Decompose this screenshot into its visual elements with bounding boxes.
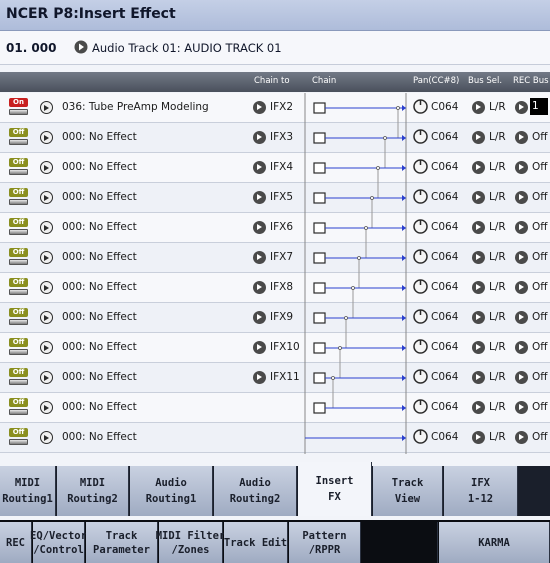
chain-node [313, 222, 326, 234]
chain-arrowhead [402, 135, 406, 141]
chain-node [313, 342, 326, 354]
chain-junction [357, 256, 361, 260]
chain-junction [344, 316, 348, 320]
chain-arrowhead [402, 315, 406, 321]
chain-arrowhead [402, 225, 406, 231]
track-line: 01. 000 Audio Track 01: AUDIO TRACK 01 [0, 31, 550, 65]
chain-diagram [304, 93, 407, 454]
chain-junction [364, 226, 368, 230]
chain-arrowhead [402, 345, 406, 351]
chain-node [313, 372, 326, 384]
bottom-tab-midi-filter-zones[interactable]: MIDI Filter /Zones [156, 522, 225, 563]
tab-bar-top: MIDI Routing1 MIDI Routing2 Audio Routing1… [0, 462, 550, 516]
col-rec-bus: REC Bus [513, 76, 549, 86]
tab-insert-fx[interactable]: Insert FX [298, 462, 372, 516]
tab-audio-routing2[interactable]: Audio Routing2 [214, 466, 297, 516]
chain-arrowhead [402, 375, 406, 381]
chain-arrowhead [402, 195, 406, 201]
chain-node [313, 282, 326, 294]
bottom-tab-karma[interactable]: KARMA [439, 522, 550, 563]
chain-arrowhead [402, 405, 406, 411]
tab-bar-bottom: REC EQ/Vector /Control Track Parameter MIDI… [0, 520, 550, 563]
col-chain: Chain [312, 76, 337, 86]
chain-node [313, 162, 326, 174]
col-bus-sel: Bus Sel. [468, 76, 503, 86]
tab-audio-routing1[interactable]: Audio Routing1 [130, 466, 213, 516]
title-bar: NCER P8:Insert Effect [0, 0, 550, 31]
chain-node [313, 402, 326, 414]
chain-arrowhead [402, 255, 406, 261]
page-title: NCER P8:Insert Effect [6, 6, 176, 22]
track-select-arrow-icon[interactable] [74, 40, 88, 54]
chain-junction [370, 196, 374, 200]
chain-arrowhead [402, 165, 406, 171]
bottom-tab-track-edit[interactable]: Track Edit [224, 522, 288, 563]
bottom-tab-rec[interactable]: REC [0, 522, 32, 563]
chain-node [313, 252, 326, 264]
chain-junction [338, 346, 342, 350]
chain-node [313, 192, 326, 204]
chain-junction [376, 166, 380, 170]
chain-arrowhead [402, 435, 406, 441]
chain-node [313, 132, 326, 144]
bottom-tab-pattern-rppr[interactable]: Pattern /RPPR [289, 522, 361, 563]
chain-node [313, 102, 326, 114]
track-number[interactable]: 01. 000 [6, 41, 56, 55]
col-chain-to: Chain to [254, 76, 290, 86]
tab-midi-routing1[interactable]: MIDI Routing1 [0, 466, 56, 516]
col-pan: Pan(CC#8) [413, 76, 460, 86]
tab-track-view[interactable]: Track View [373, 466, 443, 516]
bottom-tab-empty [362, 522, 438, 563]
screen: NCER P8:Insert Effect 01. 000 Audio Trac… [0, 0, 550, 563]
tab-midi-routing2[interactable]: MIDI Routing2 [57, 466, 129, 516]
tab-ifx-1-12[interactable]: IFX 1-12 [444, 466, 518, 516]
column-header: Chain to Chain Pan(CC#8) Bus Sel. REC Bu… [0, 72, 550, 92]
bottom-tab-eq-vector-control[interactable]: EQ/Vector /Control [30, 522, 87, 563]
track-name: Audio Track 01: AUDIO TRACK 01 [92, 41, 282, 55]
chain-arrowhead [402, 285, 406, 291]
chain-arrowhead [402, 105, 406, 111]
bottom-tab-track-parameter[interactable]: Track Parameter [86, 522, 158, 563]
chain-node [313, 312, 326, 324]
chain-junction [351, 286, 355, 290]
chain-junction [396, 106, 400, 110]
chain-junction [383, 136, 387, 140]
chain-junction [331, 376, 335, 380]
